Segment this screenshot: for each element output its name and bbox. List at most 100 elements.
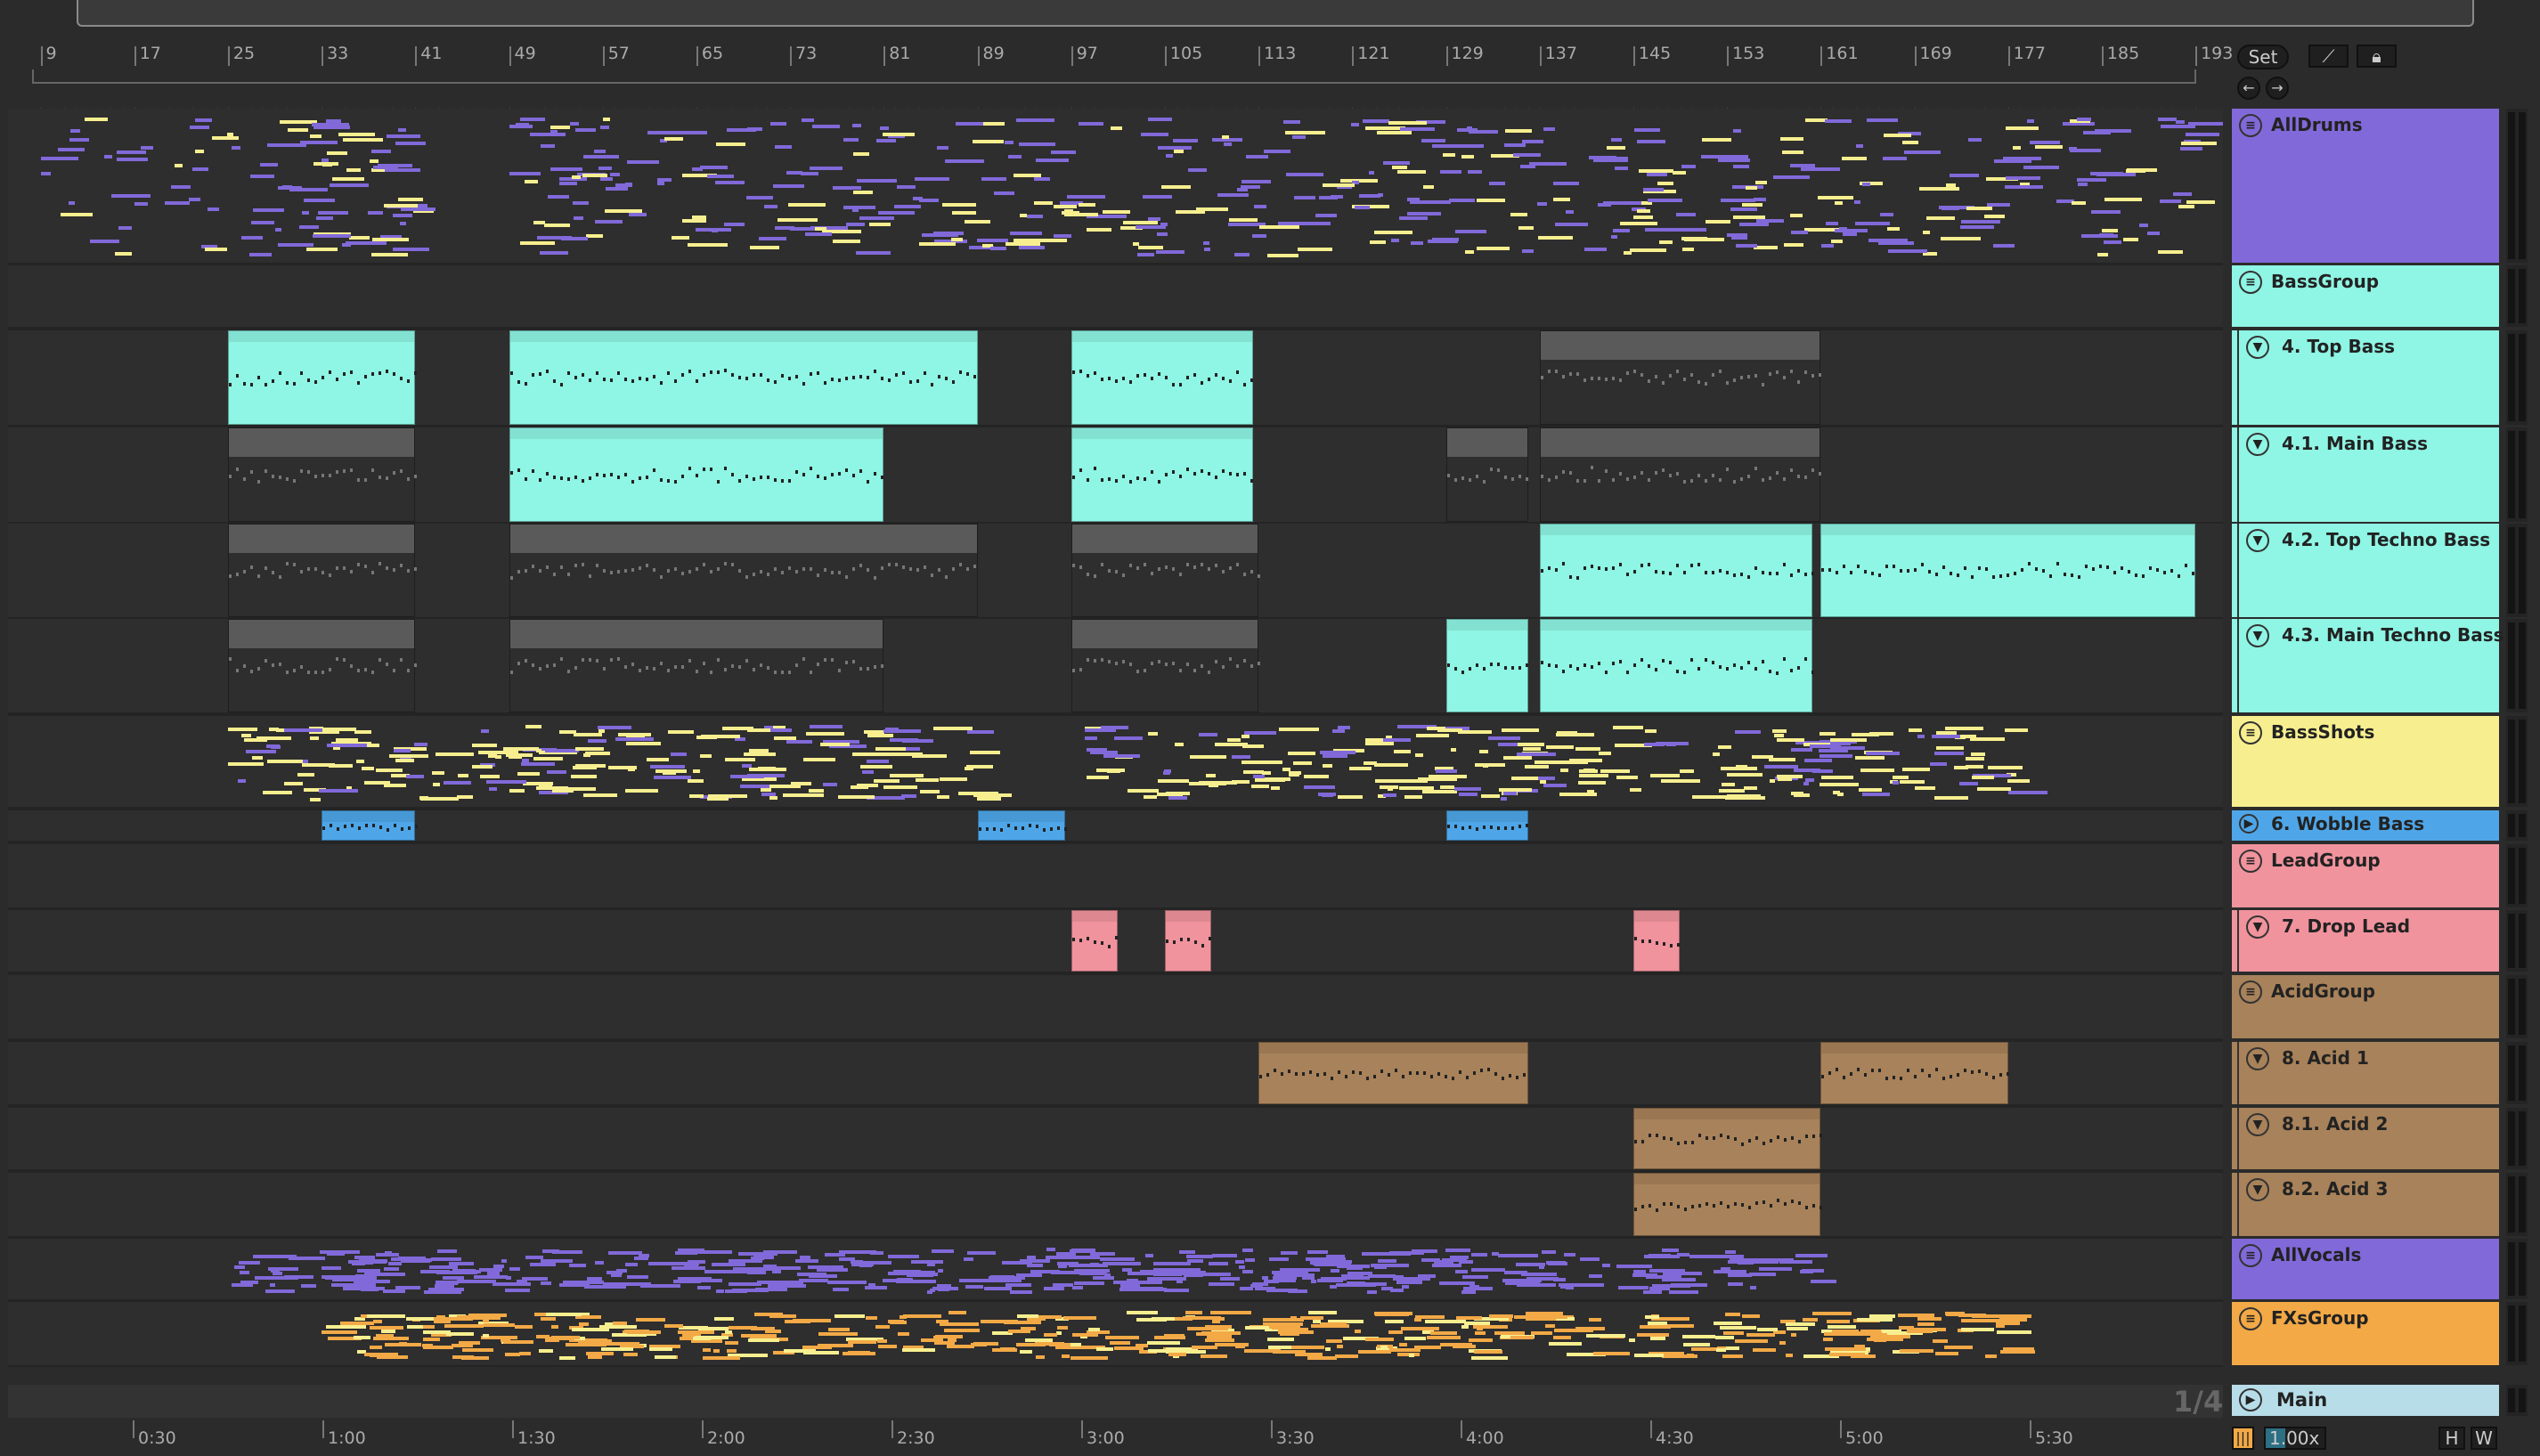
clip[interactable] <box>509 330 978 425</box>
midi-note <box>570 121 580 126</box>
collapse-icon[interactable]: ▼ <box>2246 1113 2269 1136</box>
track-header[interactable]: ▼ 4.1. Main Bass <box>2232 427 2499 522</box>
midi-note <box>1399 1343 1407 1347</box>
back-button[interactable]: ← <box>2237 77 2260 100</box>
group-fold-icon[interactable]: ≡ <box>2239 1307 2262 1330</box>
midi-note <box>1642 1289 1662 1294</box>
collapse-icon[interactable]: ▼ <box>2246 529 2269 552</box>
track-header[interactable]: ≡ AcidGroup <box>2232 975 2499 1038</box>
group-fold-icon[interactable]: ≡ <box>2239 850 2262 873</box>
inactive-clip[interactable] <box>227 427 417 522</box>
forward-button[interactable]: → <box>2266 77 2289 100</box>
collapse-icon[interactable]: ▼ <box>2246 336 2269 359</box>
track-lane[interactable] <box>8 1042 2223 1108</box>
inactive-clip[interactable] <box>1071 619 1260 712</box>
track-header[interactable]: ≡ AllDrums <box>2232 109 2499 263</box>
clip[interactable] <box>509 427 884 522</box>
track-lane[interactable] <box>8 716 2223 810</box>
lock-button[interactable]: 🔒︎ <box>2357 45 2397 68</box>
track-lane[interactable] <box>8 1239 2223 1303</box>
clip[interactable] <box>322 810 419 841</box>
track-header[interactable]: ≡ BassShots <box>2232 716 2499 807</box>
track-lane[interactable] <box>8 844 2223 911</box>
inactive-clip[interactable] <box>227 524 417 617</box>
clip[interactable] <box>1539 619 1814 712</box>
w-button[interactable]: W <box>2471 1427 2497 1450</box>
track-lane[interactable] <box>8 1108 2223 1173</box>
draw-mode-button[interactable]: ⟋ <box>2308 45 2349 68</box>
arrangement-overview[interactable] <box>77 0 2474 27</box>
track-header[interactable]: ▶ 6. Wobble Bass <box>2232 810 2499 841</box>
track-lane[interactable] <box>8 910 2223 975</box>
track-lane[interactable] <box>8 265 2223 330</box>
track-lane[interactable] <box>8 427 2223 525</box>
collapse-icon[interactable]: ▼ <box>2246 1178 2269 1201</box>
clip[interactable] <box>1445 619 1528 712</box>
inactive-clip[interactable] <box>1539 427 1821 522</box>
midi-note <box>228 574 232 579</box>
audio-waveform-button[interactable]: ||| <box>2232 1427 2254 1450</box>
track-lane[interactable] <box>8 330 2223 428</box>
midi-note <box>509 670 513 674</box>
track-lane[interactable] <box>8 619 2223 716</box>
clip[interactable] <box>1445 810 1528 841</box>
h-button[interactable]: H <box>2438 1427 2465 1450</box>
inactive-clip[interactable] <box>227 619 417 712</box>
clip[interactable] <box>1632 1173 1822 1236</box>
clip[interactable] <box>1258 1042 1528 1104</box>
track-header[interactable]: ▼ 4.2. Top Techno Bass <box>2232 524 2499 617</box>
inactive-clip[interactable] <box>1071 524 1260 617</box>
clip[interactable] <box>1071 427 1253 522</box>
track-header[interactable]: ▼ 8. Acid 1 <box>2232 1042 2499 1104</box>
clip[interactable] <box>1820 524 2196 617</box>
group-fold-icon[interactable]: ≡ <box>2239 271 2262 294</box>
collapse-icon[interactable]: ▼ <box>2246 433 2269 456</box>
group-fold-icon[interactable]: ≡ <box>2239 980 2262 1004</box>
inactive-clip[interactable] <box>1445 427 1528 522</box>
track-header[interactable]: ▼ 8.2. Acid 3 <box>2232 1173 2499 1236</box>
midi-note <box>1505 128 1533 133</box>
track-lane[interactable] <box>8 1173 2223 1240</box>
group-fold-icon[interactable]: ≡ <box>2239 1244 2262 1267</box>
track-lane[interactable] <box>8 1302 2223 1367</box>
play-icon[interactable]: ▶ <box>2239 814 2259 834</box>
clip[interactable] <box>1539 524 1814 617</box>
track-lane[interactable] <box>8 109 2223 266</box>
track-header[interactable]: ▼ 7. Drop Lead <box>2232 910 2499 972</box>
track-header[interactable]: ≡ AllVocals <box>2232 1239 2499 1299</box>
clip[interactable] <box>1164 910 1212 972</box>
clip[interactable] <box>1820 1042 2010 1104</box>
track-header-main[interactable]: ▶ Main <box>2232 1385 2499 1416</box>
track-header[interactable]: ▼ 4. Top Bass <box>2232 330 2499 425</box>
collapse-icon[interactable]: ▼ <box>2246 915 2269 939</box>
track-header[interactable]: ▼ 4.3. Main Techno Bass <box>2232 619 2504 712</box>
inactive-clip[interactable] <box>509 524 978 617</box>
clip[interactable] <box>1632 1108 1822 1169</box>
collapse-icon[interactable]: ▼ <box>2246 1047 2269 1070</box>
track-lane[interactable] <box>8 975 2223 1042</box>
track-header[interactable]: ≡ LeadGroup <box>2232 844 2499 907</box>
track-header[interactable]: ≡ FXsGroup <box>2232 1302 2499 1365</box>
group-fold-icon[interactable]: ≡ <box>2239 114 2262 137</box>
group-fold-icon[interactable]: ≡ <box>2239 721 2262 744</box>
set-button[interactable]: Set <box>2237 45 2289 69</box>
track-lane[interactable] <box>8 810 2223 844</box>
track-header[interactable]: ▼ 8.1. Acid 2 <box>2232 1108 2499 1169</box>
clip[interactable] <box>977 810 1067 841</box>
track-lane[interactable] <box>8 524 2223 621</box>
midi-note <box>787 479 791 484</box>
midi-note <box>1986 202 2011 207</box>
zoom-value-field[interactable]: 1.00x <box>2264 1427 2326 1450</box>
inactive-clip[interactable] <box>509 619 884 712</box>
time-ruler[interactable]: 0:30 1:00 1:30 2:00 2:30 3:00 3:30 4:00 4:30 5:00… <box>8 1420 2223 1453</box>
track-header[interactable]: ≡ BassGroup <box>2232 265 2499 327</box>
arrangement-view[interactable] <box>8 107 2223 1367</box>
loop-brace[interactable] <box>32 69 2196 84</box>
clip[interactable] <box>1071 910 1119 972</box>
clip[interactable] <box>1071 330 1253 425</box>
inactive-clip[interactable] <box>1539 330 1821 425</box>
collapse-icon[interactable]: ▼ <box>2246 624 2269 647</box>
clip[interactable] <box>227 330 417 425</box>
clip[interactable] <box>1632 910 1681 972</box>
midi-note <box>1345 1074 1348 1078</box>
